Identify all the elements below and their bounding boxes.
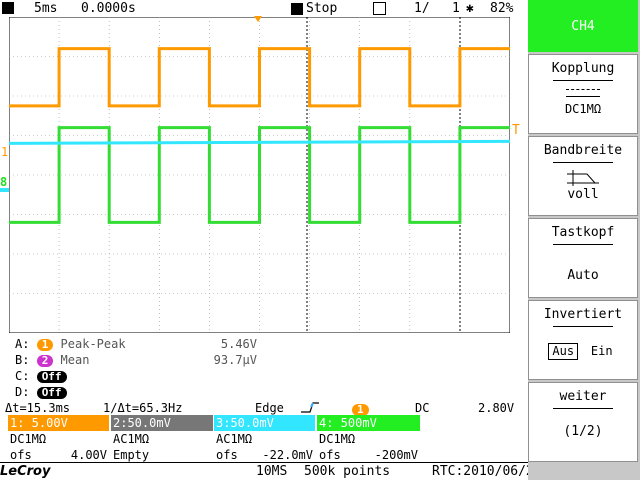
divider — [553, 326, 613, 327]
trigger-delay: 0.0000s — [81, 1, 136, 16]
channel-2-status: Empty — [113, 448, 150, 462]
bandwidth-title: Bandbreite — [543, 143, 623, 158]
measurement-slot: C: — [15, 369, 30, 383]
channel-3-offset: ofs -22.0mV — [214, 447, 315, 463]
delta-t: Δt=15.3ms — [5, 401, 71, 415]
measurement-slot: B: — [15, 353, 30, 367]
probe-title: Tastkopf — [551, 225, 615, 240]
ch3-trace — [9, 139, 510, 145]
top-status-bar: 5ms 0.0000s Stop 1/ 1 ✱ 82% — [0, 0, 527, 17]
invert-off-option[interactable]: Aus — [548, 343, 579, 360]
source-badge: 1 — [36, 339, 54, 351]
channel-1-box[interactable]: 1: 5.00V DC1MΩ ofs 4.00V — [8, 415, 109, 464]
measurement-a[interactable]: A: 1 Peak-Peak — [15, 336, 126, 352]
menu-probe[interactable]: Tastkopf Auto — [528, 218, 638, 298]
channel-1-header: 1: 5.00V — [8, 415, 109, 431]
page-total: 1 — [452, 1, 460, 16]
channel-4-box[interactable]: 4: 500mV DC1MΩ ofs -200mV — [317, 415, 420, 464]
coupling-value: DC1MΩ — [564, 102, 602, 116]
measurement-d[interactable]: D: Off — [15, 384, 67, 400]
measurement-name: Peak-Peak — [60, 337, 126, 351]
menu-active-label: CH4 — [571, 19, 595, 34]
channel-4-header: 4: 500mV — [317, 415, 420, 431]
dc-coupling-icon — [566, 89, 600, 97]
ch4-level-marker: 8 — [0, 175, 8, 189]
menu-bandwidth[interactable]: Bandbreite voll — [528, 136, 638, 216]
invert-title: Invertiert — [543, 307, 623, 322]
timebase: 5ms — [34, 1, 58, 16]
channel-4-offset: ofs -200mV — [317, 447, 420, 463]
more-page-indicator: (1/2) — [563, 424, 603, 439]
stop-icon — [291, 3, 303, 15]
trigger-level-marker: T — [512, 123, 520, 138]
channel-3-coupling: AC1MΩ — [216, 432, 253, 446]
divider — [553, 80, 613, 81]
channel-2-box[interactable]: 2:50.0mV AC1MΩ Empty — [111, 415, 213, 464]
measurement-slot: D: — [15, 385, 30, 399]
off-badge: Off — [36, 371, 67, 383]
channel-2-coupling: AC1MΩ — [113, 432, 150, 446]
measurement-b-value: 93.7µV — [213, 353, 257, 367]
trigger-level: 2.80V — [478, 401, 515, 415]
ch1-level-marker: 1 — [1, 145, 9, 159]
menu-channel-4[interactable]: CH4 — [528, 0, 638, 52]
offset-label: ofs — [216, 448, 238, 462]
trigger-coupling: DC — [415, 401, 430, 415]
divider — [553, 408, 613, 409]
offset-label: ofs — [319, 448, 341, 462]
run-indicator-icon — [2, 2, 14, 14]
rising-edge-icon — [300, 401, 320, 414]
measurement-name: Mean — [60, 353, 90, 367]
offset-value: 4.00V — [70, 448, 107, 462]
divider — [553, 162, 613, 163]
bandwidth-value: voll — [567, 187, 599, 202]
menu-coupling[interactable]: Kopplung DC1MΩ — [528, 54, 638, 134]
gear-icon: ✱ — [466, 1, 474, 16]
battery-level: 82% — [490, 1, 514, 16]
coupling-title: Kopplung — [551, 61, 615, 76]
measurement-b[interactable]: B: 2 Mean — [15, 352, 89, 368]
lowpass-filter-icon — [565, 169, 601, 187]
channel-4-coupling: DC1MΩ — [319, 432, 356, 446]
menu-invert[interactable]: Invertiert Aus Ein — [528, 300, 638, 380]
channel-1-offset: ofs 4.00V — [8, 447, 109, 463]
invert-toggle[interactable]: Aus Ein — [529, 343, 637, 360]
offset-value: -22.0mV — [262, 448, 313, 462]
source-badge: 2 — [36, 355, 54, 367]
channel-3-box[interactable]: 3:50.0mV AC1MΩ ofs -22.0mV — [214, 415, 315, 464]
channel-1-coupling: DC1MΩ — [10, 432, 47, 446]
off-badge: Off — [36, 387, 67, 399]
measurement-slot: A: — [15, 337, 30, 351]
channel-3-header: 3:50.0mV — [214, 415, 315, 431]
brand-logo: LeCroy — [0, 464, 51, 479]
probe-value: Auto — [567, 268, 599, 283]
pages-icon — [373, 2, 386, 15]
trigger-position-marker — [254, 16, 262, 22]
channel-2-header: 2:50.0mV — [111, 415, 213, 431]
record-length: 500k points — [304, 464, 391, 479]
sample-rate: 10MS — [256, 464, 288, 479]
ch3-level-marker — [0, 188, 9, 192]
waveform-display[interactable] — [9, 17, 510, 333]
inverse-delta-t: 1/Δt=65.3Hz — [103, 401, 183, 415]
page-index: 1/ — [414, 1, 430, 16]
invert-on-option[interactable]: Ein — [586, 344, 618, 359]
measurement-a-value: 5.46V — [220, 337, 257, 351]
measurement-c[interactable]: C: Off — [15, 368, 67, 384]
more-title: weiter — [559, 389, 607, 404]
offset-label: ofs — [10, 448, 32, 462]
menu-more[interactable]: weiter (1/2) — [528, 382, 638, 462]
divider — [553, 244, 613, 245]
offset-value: -200mV — [374, 448, 418, 462]
trigger-type[interactable]: Edge — [255, 400, 284, 416]
acquisition-state[interactable]: Stop — [306, 0, 337, 17]
